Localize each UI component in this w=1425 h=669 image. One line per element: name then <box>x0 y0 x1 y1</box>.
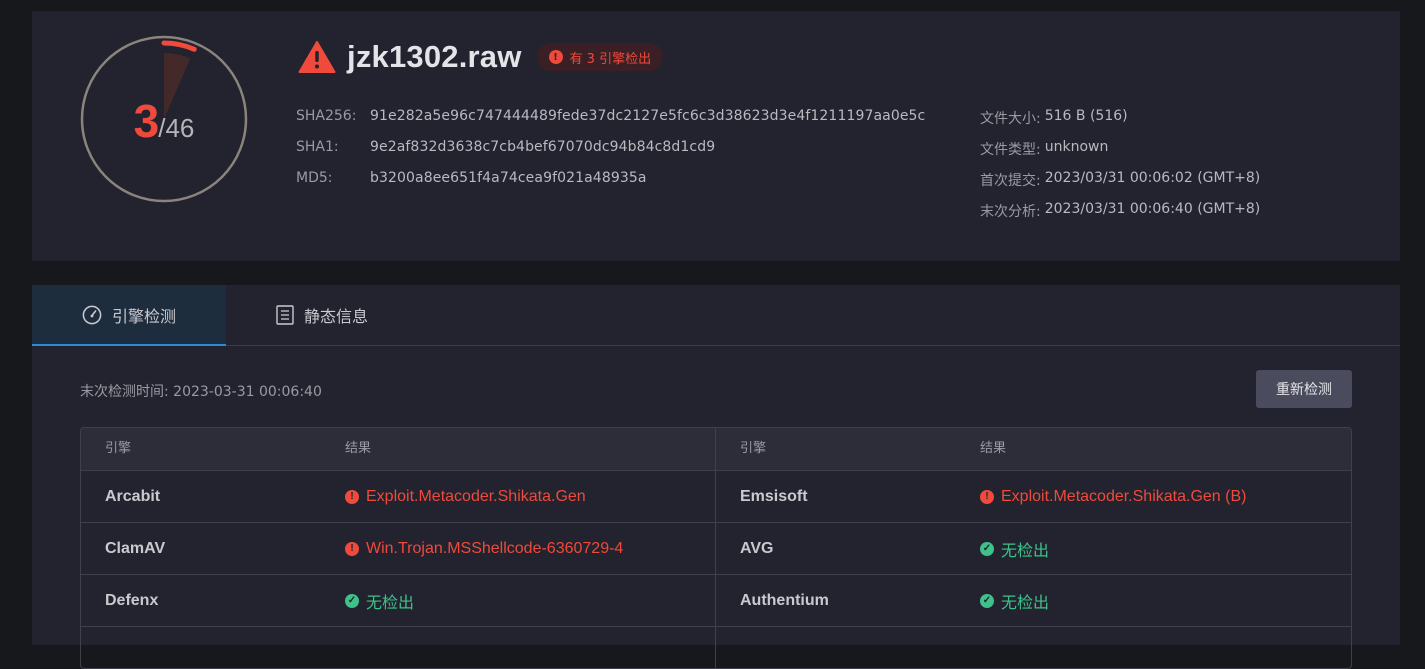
engine-detection-panel: 引擎检测 静态信息 末次检测时间: 2023-03-31 00:06:40 重新… <box>32 285 1400 669</box>
table-header: 引擎 结果 引擎 结果 <box>81 428 1351 471</box>
engine-result: ✓ 无检出 <box>345 575 414 626</box>
table-row: ClamAV ! Win.Trojan.MSShellcode-6360729-… <box>81 523 1351 575</box>
header-engine: 引擎 <box>105 441 132 456</box>
meta-row-file-size: 文件大小: 516 B (516) <box>980 108 1128 128</box>
hash-value[interactable]: 9e2af832d3638c7cb4bef67070dc94b84c8d1cd9 <box>370 139 715 155</box>
meta-row-last-analysis: 末次分析: 2023/03/31 00:06:40 (GMT+8) <box>980 201 1260 221</box>
tab-static-info[interactable]: 静态信息 <box>276 285 368 345</box>
hash-label: SHA256: <box>296 108 357 124</box>
engine-result: ✓ 无检出 <box>980 523 1049 574</box>
header-result: 结果 <box>980 441 1007 456</box>
meta-label: 文件类型: <box>980 142 1041 158</box>
engine-name: AVG <box>740 540 774 557</box>
document-list-icon <box>276 305 294 325</box>
meta-row-file-type: 文件类型: unknown <box>980 139 1108 159</box>
tab-engine-detection[interactable]: 引擎检测 <box>32 285 226 346</box>
hash-row-sha1: SHA1: 9e2af832d3638c7cb4bef67070dc94b84c… <box>296 139 715 155</box>
engine-result: ! Win.Trojan.MSShellcode-6360729-4 <box>345 523 623 574</box>
result-text: 无检出 <box>1001 542 1050 560</box>
file-summary-card: 3/46 jzk1302.raw ! 有 3 引擎检出 SHA256: 91e2… <box>32 11 1400 261</box>
rescan-button[interactable]: 重新检测 <box>1256 370 1352 408</box>
detection-badge: ! 有 3 引擎检出 <box>536 43 664 71</box>
meta-label: 末次分析: <box>980 204 1041 220</box>
engine-result: ✓ 无检出 <box>980 575 1049 626</box>
detected-count: 3 <box>133 95 160 147</box>
hash-row-sha256: SHA256: 91e282a5e96c747444489fede37dc212… <box>296 108 925 124</box>
check-circle-icon: ✓ <box>980 541 994 556</box>
engine-name: Defenx <box>105 592 159 609</box>
detection-count: 3/46 <box>78 35 250 207</box>
header-engine: 引擎 <box>740 441 767 456</box>
result-text: Win.Trojan.MSShellcode-6360729-4 <box>366 539 624 557</box>
engine-name: Arcabit <box>105 488 161 505</box>
meta-value: 2023/03/31 00:06:40 (GMT+8) <box>1044 201 1261 217</box>
result-text: 无检出 <box>1001 594 1050 612</box>
meta-value: 516 B (516) <box>1044 108 1128 124</box>
engine-name: Emsisoft <box>740 488 808 505</box>
last-scan-time: 末次检测时间: 2023-03-31 00:06:40 <box>80 384 322 400</box>
file-name: jzk1302.raw <box>347 39 522 74</box>
hash-label: MD5: <box>296 170 333 186</box>
warning-triangle-icon <box>298 41 336 73</box>
tab-label: 静态信息 <box>304 307 369 326</box>
meta-label: 文件大小: <box>980 111 1041 127</box>
engine-result: ! Exploit.Metacoder.Shikata.Gen (B) <box>980 471 1246 522</box>
table-row: Defenx ✓ 无检出 Authentium ✓ 无检出 <box>81 575 1351 627</box>
detection-badge-text: 有 3 引擎检出 <box>569 51 652 67</box>
result-text: Exploit.Metacoder.Shikata.Gen <box>366 487 586 505</box>
engine-results-table: 引擎 结果 引擎 结果 Arcabit ! Exploit.Metacoder.… <box>80 427 1352 669</box>
tab-label: 引擎检测 <box>111 306 176 326</box>
meta-value: unknown <box>1044 139 1109 155</box>
meta-value: 2023/03/31 00:06:02 (GMT+8) <box>1044 170 1261 186</box>
meta-row-first-submit: 首次提交: 2023/03/31 00:06:02 (GMT+8) <box>980 170 1260 190</box>
meta-label: 首次提交: <box>980 173 1041 189</box>
result-text: Exploit.Metacoder.Shikata.Gen (B) <box>1001 487 1247 505</box>
file-title-row: jzk1302.raw ! 有 3 引擎检出 <box>298 37 664 77</box>
tab-bar: 引擎检测 静态信息 <box>32 285 1400 346</box>
engine-name: ClamAV <box>105 540 166 557</box>
check-circle-icon: ✓ <box>345 593 359 608</box>
column-divider <box>715 428 716 668</box>
engine-result: ! Exploit.Metacoder.Shikata.Gen <box>345 471 586 522</box>
hash-value[interactable]: b3200a8ee651f4a74cea9f021a48935a <box>370 170 647 186</box>
result-text: 无检出 <box>366 594 415 612</box>
alert-circle-icon: ! <box>548 50 563 64</box>
gauge-icon <box>82 305 102 324</box>
alert-circle-icon: ! <box>345 489 359 504</box>
hash-value[interactable]: 91e282a5e96c747444489fede37dc2127e5fc6c3… <box>370 108 925 124</box>
alert-circle-icon: ! <box>980 489 994 504</box>
header-result: 结果 <box>345 441 372 456</box>
hash-label: SHA1: <box>296 139 339 155</box>
alert-circle-icon: ! <box>345 541 359 556</box>
hash-row-md5: MD5: b3200a8ee651f4a74cea9f021a48935a <box>296 170 647 186</box>
table-row: Arcabit ! Exploit.Metacoder.Shikata.Gen … <box>81 471 1351 523</box>
total-engines: /46 <box>158 112 195 143</box>
engine-name: Authentium <box>740 592 829 609</box>
check-circle-icon: ✓ <box>980 593 994 608</box>
